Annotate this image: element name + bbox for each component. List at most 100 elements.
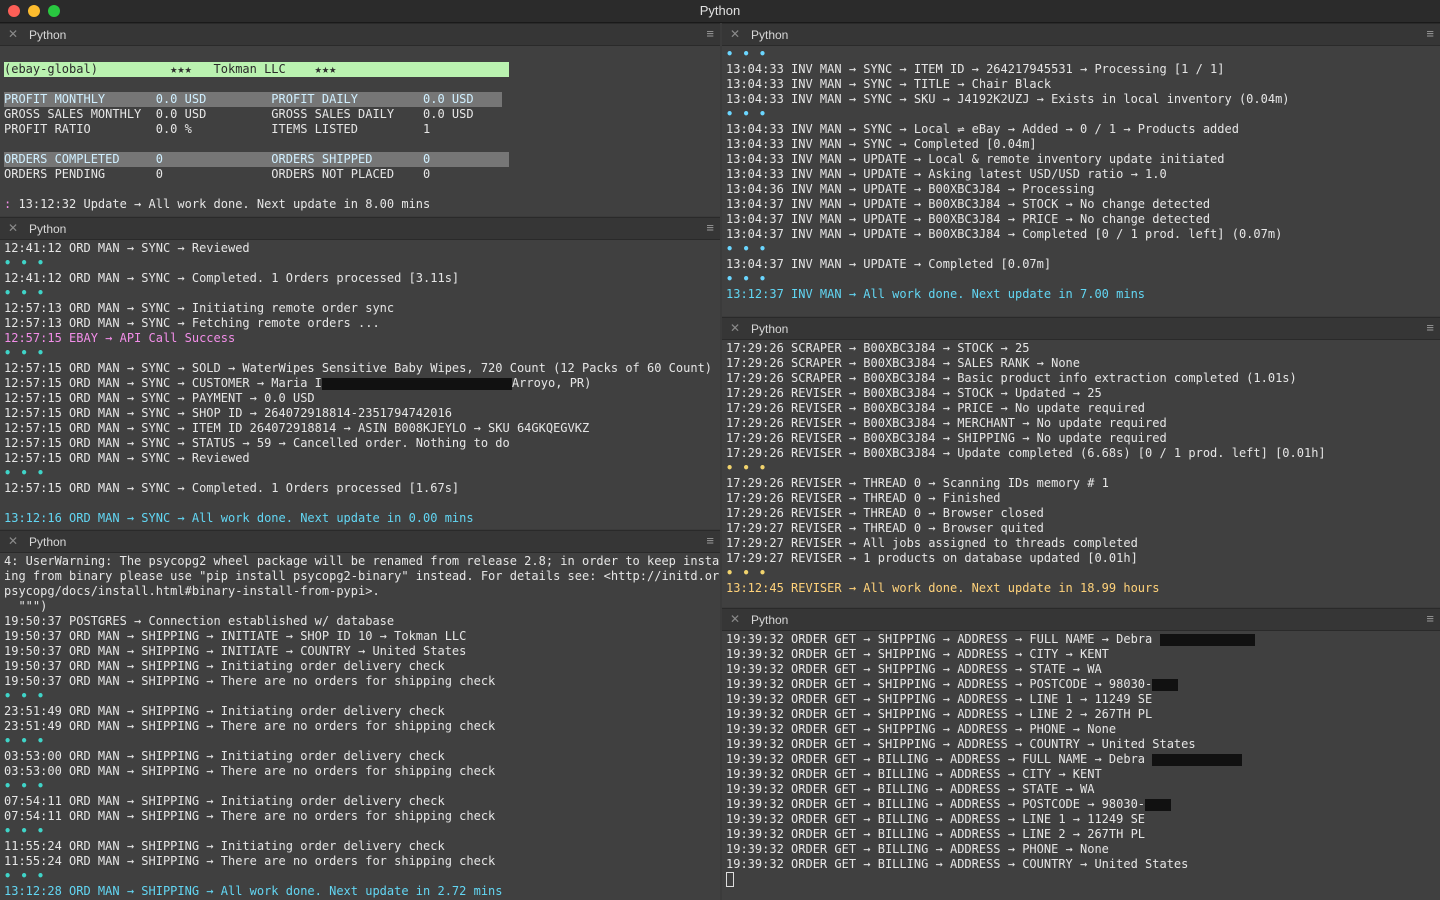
terminal-pane-order-get[interactable]: ✕ Python ≡ 19:39:32 ORDER GET → SHIPPING… xyxy=(722,608,1440,900)
pane-title: Python xyxy=(29,28,67,42)
warning-line: ing from binary please use "pip install … xyxy=(4,569,720,583)
terminal-pane-shipping[interactable]: ✕ Python ≡ 4: UserWarning: The psycopg2 … xyxy=(0,530,720,900)
log-line: 11:55:24 ORD MAN → SHIPPING → Initiating… xyxy=(4,839,445,853)
log-line: 17:29:27 REVISER → All jobs assigned to … xyxy=(726,536,1138,550)
log-line: 17:29:26 SCRAPER → B00XBC3J84 → Basic pr… xyxy=(726,371,1297,385)
log-line: 12:57:15 ORD MAN → SYNC → SHOP ID → 2640… xyxy=(4,406,452,420)
log-line: 19:39:32 ORDER GET → BILLING → ADDRESS →… xyxy=(726,812,1146,826)
log-line: 13:04:36 INV MAN → UPDATE → B00XBC3J84 →… xyxy=(726,182,1095,196)
terminal-pane-profit[interactable]: ✕ Python ≡ (ebay-global) ★★★ Tokman LLC … xyxy=(0,23,720,216)
pane-header: ✕ Python ≡ xyxy=(0,23,720,46)
log-line: 03:53:00 ORD MAN → SHIPPING → There are … xyxy=(4,764,496,778)
log-line: 19:39:32 ORDER GET → SHIPPING → ADDRESS … xyxy=(726,707,1153,721)
pane-menu-icon[interactable]: ≡ xyxy=(706,220,714,235)
terminal-pane-reviser[interactable]: ✕ Python ≡ 17:29:26 SCRAPER → B00XBC3J84… xyxy=(722,317,1440,607)
log-line: 13:04:37 INV MAN → UPDATE → B00XBC3J84 →… xyxy=(726,227,1283,241)
log-line: 12:41:12 ORD MAN → SYNC → Reviewed xyxy=(4,241,250,255)
redacted-postcode xyxy=(1152,678,1179,691)
log-line: 12:57:15 ORD MAN → SYNC → ITEM ID 264072… xyxy=(4,421,590,435)
log-line: 19:39:32 ORDER GET → SHIPPING → ADDRESS … xyxy=(726,647,1109,661)
log-output: 12:41:12 ORD MAN → SYNC → Reviewed • • •… xyxy=(4,241,716,529)
log-line: 13:04:33 INV MAN → SYNC → SKU → J4192K2U… xyxy=(726,92,1290,106)
status-line: 13:12:45 REVISER → All work done. Next u… xyxy=(726,581,1160,595)
log-line: 17:29:27 REVISER → 1 products on databas… xyxy=(726,551,1138,565)
account-banner: (ebay-global) ★★★ Tokman LLC ★★★ xyxy=(4,62,509,77)
terminal-cursor-line[interactable] xyxy=(726,872,1436,887)
log-line: 12:57:13 ORD MAN → SYNC → Fetching remot… xyxy=(4,316,380,330)
warning-line: 4: UserWarning: The psycopg2 wheel packa… xyxy=(4,554,720,568)
pane-menu-icon[interactable]: ≡ xyxy=(1426,26,1434,41)
log-line: 19:39:32 ORDER GET → BILLING → ADDRESS →… xyxy=(726,797,1436,812)
pane-menu-icon[interactable]: ≡ xyxy=(1426,320,1434,335)
log-line: 12:41:12 ORD MAN → SYNC → Completed. 1 O… xyxy=(4,271,460,285)
window-titlebar: Python xyxy=(0,0,1440,23)
close-pane-icon[interactable]: ✕ xyxy=(730,27,740,41)
log-line: 23:51:49 ORD MAN → SHIPPING → Initiating… xyxy=(4,704,445,718)
redacted-name xyxy=(1159,633,1255,646)
close-pane-icon[interactable]: ✕ xyxy=(8,221,18,235)
log-line: 19:39:32 ORDER GET → SHIPPING → ADDRESS … xyxy=(726,692,1153,706)
log-line: 19:39:32 ORDER GET → SHIPPING → ADDRESS … xyxy=(726,632,1436,647)
log-line: 19:39:32 ORDER GET → SHIPPING → ADDRESS … xyxy=(726,737,1196,751)
pane-title: Python xyxy=(29,535,67,549)
gross-sales-row: GROSS SALES MONTHLY 0.0 USD GROSS SALES … xyxy=(4,107,474,121)
pane-title: Python xyxy=(29,222,67,236)
log-line: 12:57:15 ORD MAN → SYNC → Completed. 1 O… xyxy=(4,481,460,495)
pane-header: ✕ Python ≡ xyxy=(0,217,720,240)
warning-line: """) xyxy=(4,599,48,613)
log-line: 13:04:33 INV MAN → SYNC → Completed [0.0… xyxy=(726,137,1037,151)
log-output: 19:39:32 ORDER GET → SHIPPING → ADDRESS … xyxy=(726,632,1436,900)
close-pane-icon[interactable]: ✕ xyxy=(8,27,18,41)
log-line: 23:51:49 ORD MAN → SHIPPING → There are … xyxy=(4,719,496,733)
log-line: 19:39:32 ORDER GET → BILLING → ADDRESS →… xyxy=(726,842,1109,856)
log-line: 17:29:27 REVISER → THREAD 0 → Browser qu… xyxy=(726,521,1044,535)
log-line: 19:39:32 ORDER GET → BILLING → ADDRESS →… xyxy=(726,782,1095,796)
profit-monthly-row: PROFIT MONTHLY 0.0 USD PROFIT DAILY 0.0 … xyxy=(4,92,502,107)
orders-pending-row: ORDERS PENDING 0 ORDERS NOT PLACED 0 xyxy=(4,167,431,181)
log-line: 19:50:37 POSTGRES → Connection establish… xyxy=(4,614,395,628)
log-line: 19:39:32 ORDER GET → BILLING → ADDRESS →… xyxy=(726,767,1102,781)
close-pane-icon[interactable]: ✕ xyxy=(8,534,18,548)
log-line: 13:04:33 INV MAN → SYNC → Local ⇌ eBay →… xyxy=(726,122,1239,136)
log-line: 19:39:32 ORDER GET → BILLING → ADDRESS →… xyxy=(726,827,1146,841)
terminal-pane-order-sync[interactable]: ✕ Python ≡ 12:41:12 ORD MAN → SYNC → Rev… xyxy=(0,217,720,529)
status-line: : 13:12:32 Update → All work done. Next … xyxy=(4,197,431,211)
log-line: 13:04:33 INV MAN → UPDATE → Asking lates… xyxy=(726,167,1167,181)
terminal-cursor xyxy=(726,872,734,887)
log-line: 19:39:32 ORDER GET → BILLING → ADDRESS →… xyxy=(726,752,1436,767)
status-line: 13:12:37 INV MAN → All work done. Next u… xyxy=(726,287,1146,301)
profit-ratio-row: PROFIT RATIO 0.0 % ITEMS LISTED 1 xyxy=(4,122,431,136)
orders-completed-row: ORDERS COMPLETED 0 ORDERS SHIPPED 0 xyxy=(4,152,509,167)
close-pane-icon[interactable]: ✕ xyxy=(730,612,740,626)
redacted-postcode xyxy=(1145,798,1172,811)
log-line: 03:53:00 ORD MAN → SHIPPING → Initiating… xyxy=(4,749,445,763)
log-line: 17:29:26 REVISER → B00XBC3J84 → PRICE → … xyxy=(726,401,1146,415)
terminal-pane-inventory[interactable]: ✕ Python ≡ • • • 13:04:33 INV MAN → SYNC… xyxy=(722,23,1440,316)
pane-menu-icon[interactable]: ≡ xyxy=(706,26,714,41)
log-line: 11:55:24 ORD MAN → SHIPPING → There are … xyxy=(4,854,496,868)
log-output: 17:29:26 SCRAPER → B00XBC3J84 → STOCK → … xyxy=(726,341,1436,607)
pane-header: ✕ Python ≡ xyxy=(722,23,1440,46)
log-line: 12:57:15 EBAY → API Call Success xyxy=(4,331,236,345)
redacted-name xyxy=(1152,753,1243,766)
redacted-name xyxy=(321,377,512,390)
log-line: 19:39:32 ORDER GET → SHIPPING → ADDRESS … xyxy=(726,722,1117,736)
log-line: 19:50:37 ORD MAN → SHIPPING → INITIATE →… xyxy=(4,644,467,658)
pane-menu-icon[interactable]: ≡ xyxy=(1426,611,1434,626)
pane-title: Python xyxy=(751,322,789,336)
close-pane-icon[interactable]: ✕ xyxy=(730,321,740,335)
pane-header: ✕ Python ≡ xyxy=(0,530,720,553)
log-line: 13:04:33 INV MAN → SYNC → TITLE → Chair … xyxy=(726,77,1052,91)
log-line: 17:29:26 SCRAPER → B00XBC3J84 → SALES RA… xyxy=(726,356,1081,370)
pane-header: ✕ Python ≡ xyxy=(722,317,1440,340)
log-line: 19:50:37 ORD MAN → SHIPPING → Initiating… xyxy=(4,659,445,673)
log-line: 19:50:37 ORD MAN → SHIPPING → INITIATE →… xyxy=(4,629,467,643)
log-line: 19:50:37 ORD MAN → SHIPPING → There are … xyxy=(4,674,496,688)
log-line: 12:57:15 ORD MAN → SYNC → PAYMENT → 0.0 … xyxy=(4,391,315,405)
pane-title: Python xyxy=(751,613,789,627)
log-line: 13:04:37 INV MAN → UPDATE → B00XBC3J84 →… xyxy=(726,197,1211,211)
warning-line: psycopg/docs/install.html#binary-install… xyxy=(4,584,380,598)
window-title: Python xyxy=(699,3,741,18)
log-output: 4: UserWarning: The psycopg2 wheel packa… xyxy=(4,554,720,898)
pane-menu-icon[interactable]: ≡ xyxy=(706,533,714,548)
